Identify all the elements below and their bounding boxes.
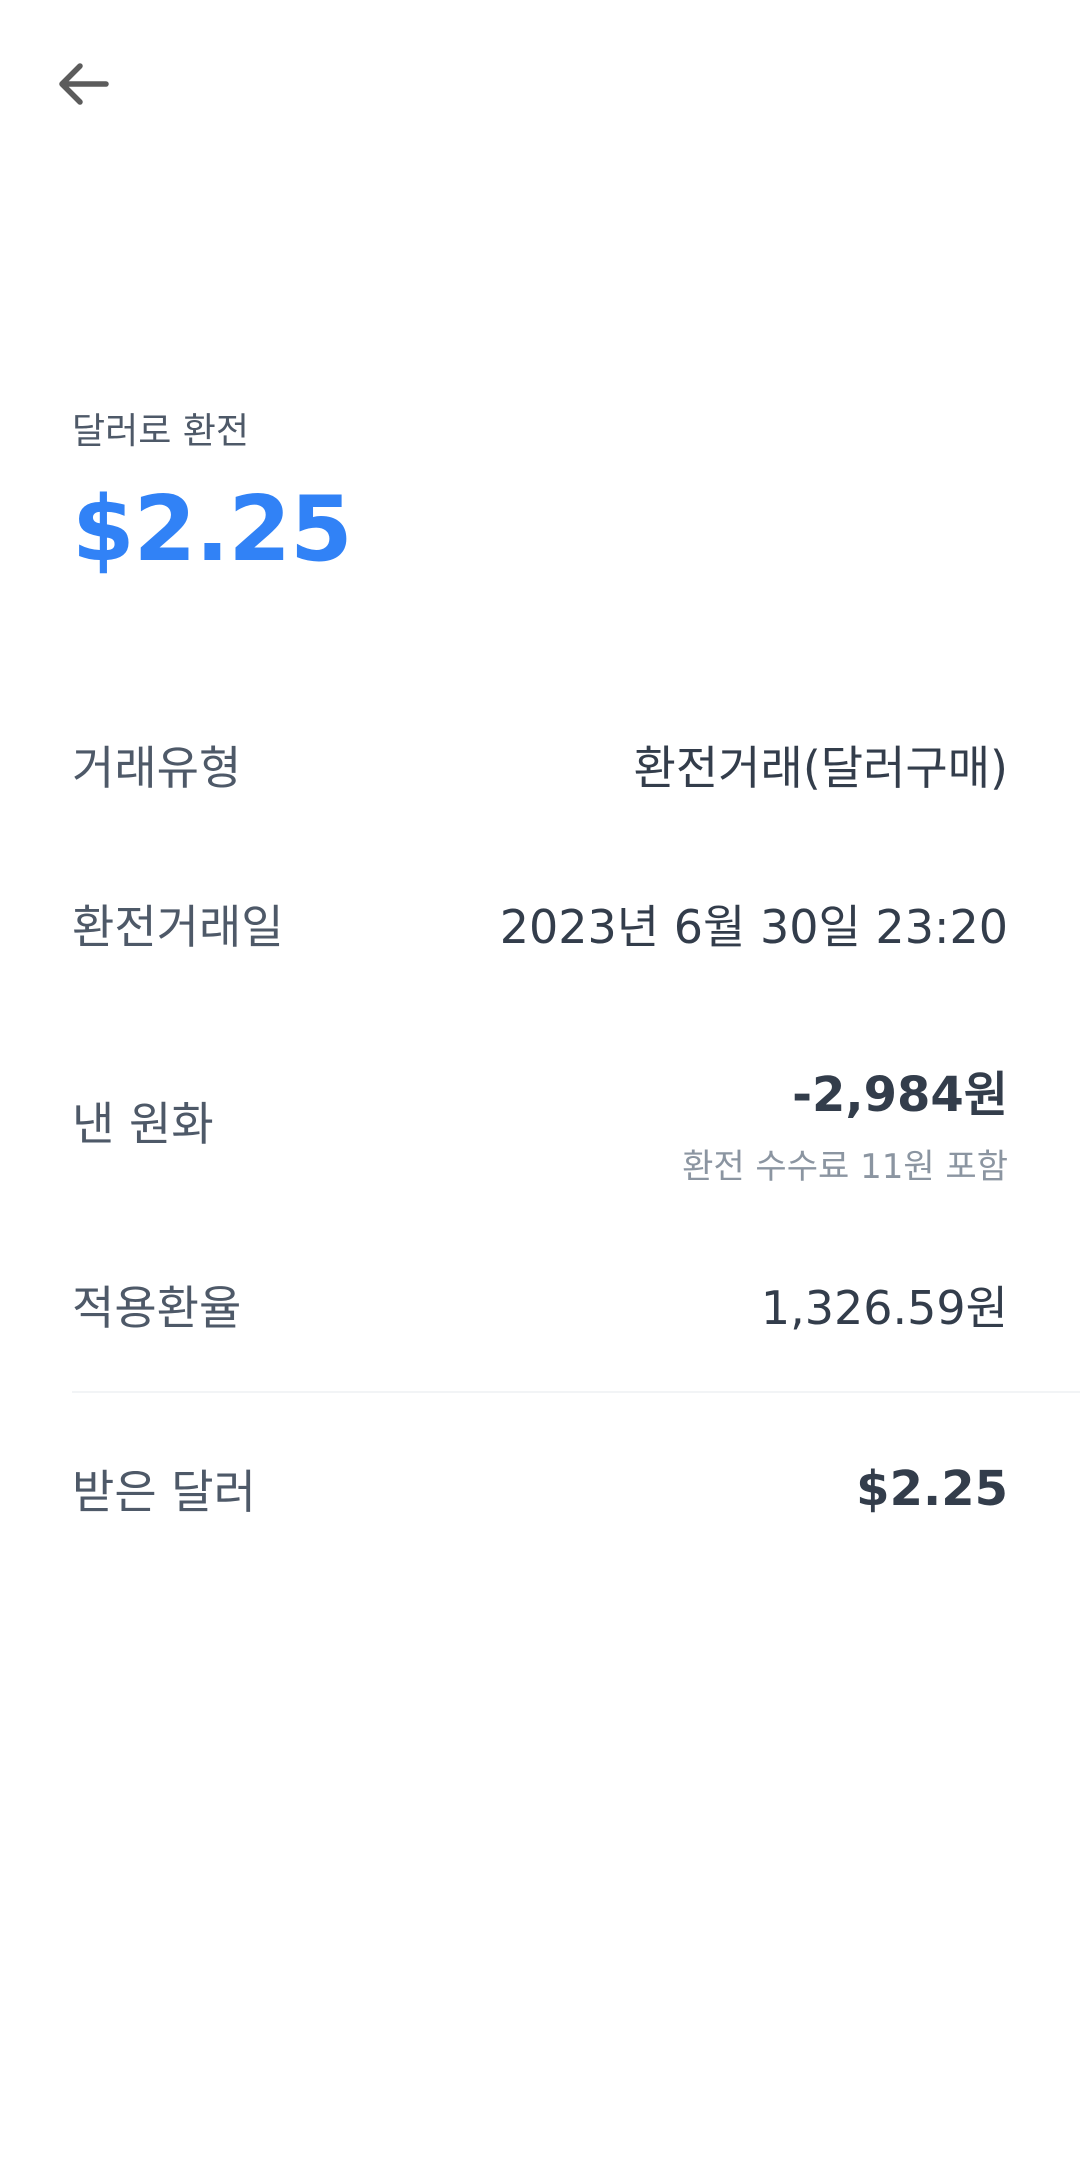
arrow-left-icon: [59, 63, 109, 105]
summary-label: 달러로 환전: [72, 411, 250, 452]
detail-row-date: 환전거래일 2023년 6월 30일 23:20: [72, 844, 1008, 1004]
received-value: $2.25: [856, 1461, 1008, 1517]
back-button[interactable]: [44, 44, 124, 124]
summary-amount: $2.25: [72, 477, 353, 583]
detail-row-rate: 적용환율 1,326.59원: [72, 1240, 1008, 1370]
divider: [72, 1391, 1080, 1393]
detail-row-received-usd: 받은 달러 $2.25: [72, 1424, 1008, 1554]
transaction-details: 거래유형 환전거래(달러구매) 환전거래일 2023년 6월 30일 23:20…: [72, 700, 1008, 1554]
fee-note: 환전 수수료 11원 포함: [682, 1146, 1008, 1187]
detail-row-paid-krw: 낸 원화 -2,984원 환전 수수료 11원 포함: [72, 1026, 1008, 1216]
paid-label: 낸 원화: [72, 1097, 214, 1151]
paid-amount: -2,984원: [792, 1066, 1008, 1123]
rate-label: 적용환율: [72, 1281, 242, 1335]
type-value: 환전거래(달러구매): [633, 741, 1008, 795]
paid-value-group: -2,984원 환전 수수료 11원 포함: [682, 1055, 1008, 1188]
date-label: 환전거래일: [72, 900, 284, 954]
received-label: 받은 달러: [72, 1465, 256, 1519]
date-value: 2023년 6월 30일 23:20: [499, 900, 1008, 954]
type-label: 거래유형: [72, 741, 242, 795]
exchange-summary: 달러로 환전 $2.25: [72, 410, 353, 583]
detail-row-type: 거래유형 환전거래(달러구매): [72, 700, 1008, 830]
rate-value: 1,326.59원: [760, 1281, 1008, 1335]
